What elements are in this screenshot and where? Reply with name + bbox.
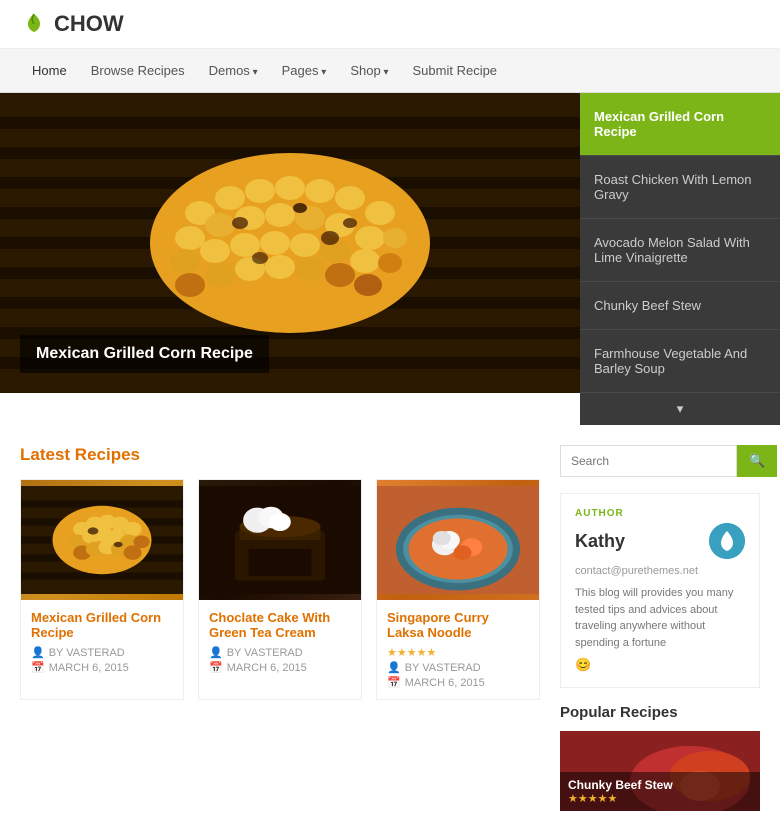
- latest-recipes-title: Latest Recipes: [20, 445, 540, 465]
- nav-shop[interactable]: Shop: [338, 49, 400, 92]
- user-icon-0: 👤: [31, 646, 45, 659]
- recipe-card-title-0[interactable]: Mexican Grilled Corn Recipe: [31, 610, 173, 640]
- recipe-card-title-1[interactable]: Choclate Cake With Green Tea Cream: [209, 610, 351, 640]
- user-icon-2: 👤: [387, 661, 401, 674]
- author-label: AUTHOR: [575, 508, 745, 519]
- popular-card-title-0: Chunky Beef Stew: [568, 778, 752, 792]
- author-box: AUTHOR Kathy contact@purethemes.net This…: [560, 493, 760, 688]
- search-input[interactable]: [560, 445, 737, 477]
- hero-sidebar-item-1[interactable]: Roast Chicken With Lemon Gravy: [580, 156, 780, 219]
- author-row: Kathy: [575, 523, 745, 559]
- recipe-card-2[interactable]: Singapore Curry Laksa Noodle ★★★★★ 👤 BY …: [376, 479, 540, 700]
- recipe-author-2: 👤 BY VASTERAD: [387, 661, 529, 674]
- recipe-author-1: 👤 BY VASTERAD: [209, 646, 351, 659]
- recipe-card-body-2: Singapore Curry Laksa Noodle ★★★★★ 👤 BY …: [377, 600, 539, 699]
- search-button[interactable]: 🔍: [737, 445, 777, 477]
- avatar-drop-icon: [709, 523, 745, 559]
- calendar-icon-0: 📅: [31, 661, 45, 674]
- main-content: Latest Recipes: [0, 425, 780, 831]
- recipe-card-1[interactable]: Choclate Cake With Green Tea Cream 👤 BY …: [198, 479, 362, 700]
- author-email: contact@purethemes.net: [575, 565, 745, 577]
- author-avatar: [709, 523, 745, 559]
- popular-card-overlay-0: Chunky Beef Stew ★★★★★: [560, 772, 760, 811]
- nav-submit-recipe[interactable]: Submit Recipe: [401, 49, 510, 92]
- recipe-img-cake-svg: [199, 480, 361, 600]
- nav-pages[interactable]: Pages: [270, 49, 339, 92]
- header: CHOW: [0, 0, 780, 49]
- nav-demos[interactable]: Demos: [197, 49, 270, 92]
- hero-sidebar: Mexican Grilled Corn Recipe Roast Chicke…: [580, 93, 780, 425]
- content-left: Latest Recipes: [20, 445, 540, 811]
- hero-sidebar-item-4[interactable]: Farmhouse Vegetable And Barley Soup: [580, 330, 780, 393]
- recipe-card-img-1: [199, 480, 361, 600]
- main-nav: Home Browse Recipes Demos Pages Shop Sub…: [0, 49, 780, 93]
- recipe-card-meta-1: 👤 BY VASTERAD 📅 MARCH 6, 2015: [209, 646, 351, 674]
- recipe-card-title-2[interactable]: Singapore Curry Laksa Noodle: [387, 610, 529, 640]
- recipe-date-1: 📅 MARCH 6, 2015: [209, 661, 351, 674]
- recipe-card-body-0: Mexican Grilled Corn Recipe 👤 BY VASTERA…: [21, 600, 183, 684]
- recipe-date-0: 📅 MARCH 6, 2015: [31, 661, 173, 674]
- recipe-card-meta-0: 👤 BY VASTERAD 📅 MARCH 6, 2015: [31, 646, 173, 674]
- recipe-card-img-2: [377, 480, 539, 600]
- search-box: 🔍: [560, 445, 760, 477]
- content-right: 🔍 AUTHOR Kathy contact@purethemes.net Th…: [560, 445, 760, 811]
- hero-section: Mexican Grilled Corn Recipe Mexican Gril…: [0, 93, 780, 425]
- hero-sidebar-item-3[interactable]: Chunky Beef Stew: [580, 282, 780, 330]
- recipe-date-2: 📅 MARCH 6, 2015: [387, 676, 529, 689]
- logo-text: CHOW: [54, 11, 124, 37]
- nav-home[interactable]: Home: [20, 49, 79, 92]
- recipe-stars-2: ★★★★★: [387, 646, 529, 659]
- hero-image-container[interactable]: Mexican Grilled Corn Recipe: [0, 93, 580, 393]
- logo[interactable]: CHOW: [20, 10, 124, 38]
- popular-card-0[interactable]: Chunky Beef Stew ★★★★★: [560, 731, 760, 811]
- author-desc: This blog will provides you many tested …: [575, 585, 745, 651]
- popular-recipes-title: Popular Recipes: [560, 704, 760, 721]
- logo-icon: [20, 10, 48, 38]
- hero-sidebar-item-0[interactable]: Mexican Grilled Corn Recipe: [580, 93, 780, 156]
- recipes-grid: Mexican Grilled Corn Recipe 👤 BY VASTERA…: [20, 479, 540, 700]
- user-icon-1: 👤: [209, 646, 223, 659]
- calendar-icon-1: 📅: [209, 661, 223, 674]
- nav-browse-recipes[interactable]: Browse Recipes: [79, 49, 197, 92]
- recipe-card-img-0: [21, 480, 183, 600]
- hero-caption: Mexican Grilled Corn Recipe: [20, 335, 269, 373]
- author-emoji: 😊: [575, 657, 745, 673]
- hero-sidebar-item-2[interactable]: Avocado Melon Salad With Lime Vinaigrett…: [580, 219, 780, 282]
- recipe-card-meta-2: ★★★★★ 👤 BY VASTERAD 📅 MARCH 6, 2015: [387, 646, 529, 689]
- recipe-author-0: 👤 BY VASTERAD: [31, 646, 173, 659]
- recipe-img-corn-svg: [21, 480, 183, 600]
- recipe-card-0[interactable]: Mexican Grilled Corn Recipe 👤 BY VASTERA…: [20, 479, 184, 700]
- popular-card-stars-0: ★★★★★: [568, 792, 752, 805]
- recipe-img-curry-svg: [377, 480, 539, 600]
- recipe-card-body-1: Choclate Cake With Green Tea Cream 👤 BY …: [199, 600, 361, 684]
- author-name: Kathy: [575, 531, 625, 552]
- hero-sidebar-more[interactable]: ▾: [580, 393, 780, 425]
- calendar-icon-2: 📅: [387, 676, 401, 689]
